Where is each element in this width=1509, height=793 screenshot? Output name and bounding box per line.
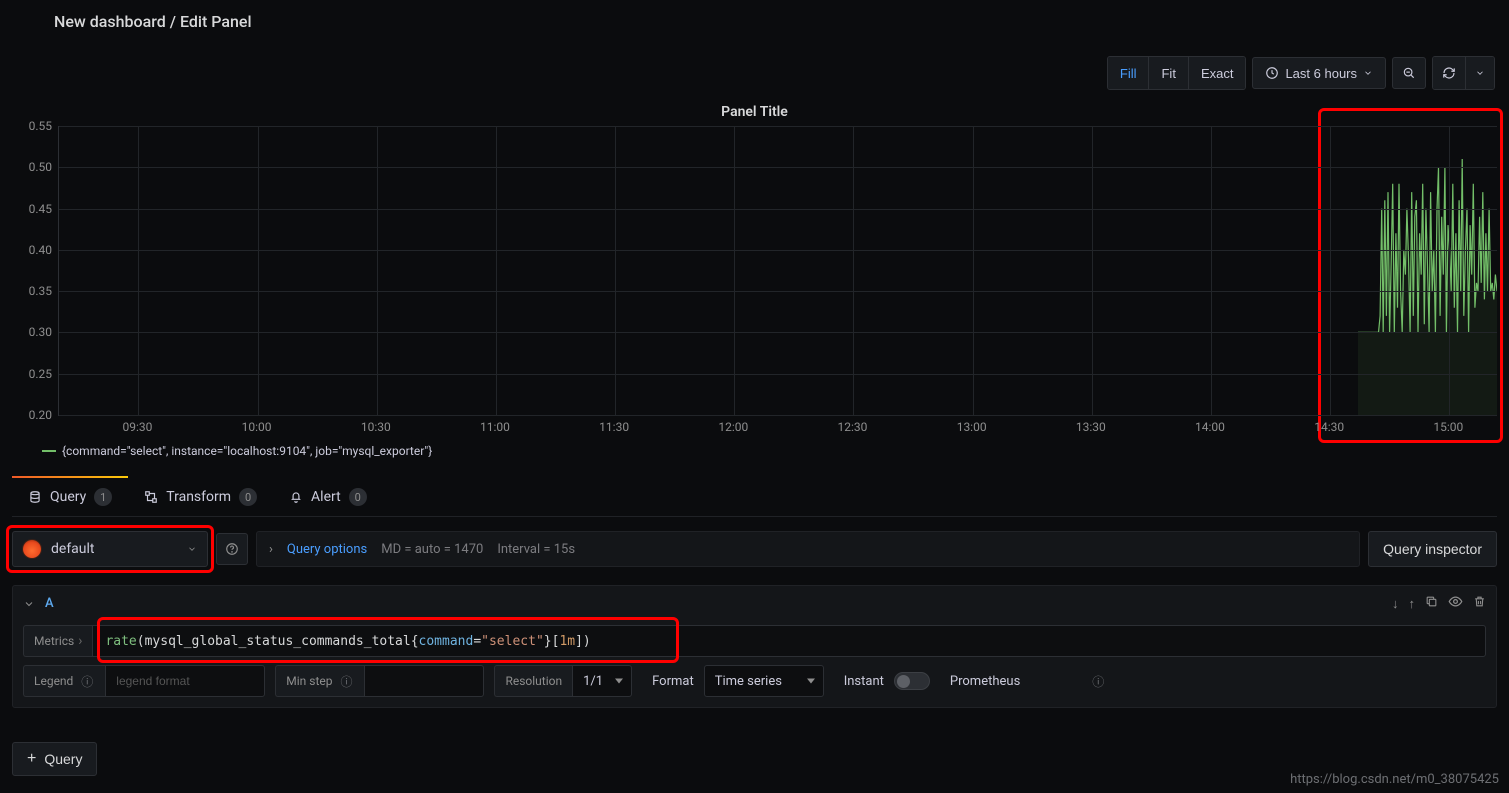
tab-alert[interactable]: Alert 0 bbox=[273, 478, 383, 516]
editor-header: New dashboard / Edit Panel bbox=[0, 0, 1509, 42]
question-icon bbox=[225, 542, 239, 556]
panel-title: Panel Title bbox=[12, 100, 1497, 126]
fit-button[interactable]: Fit bbox=[1149, 57, 1188, 89]
min-step-label: Min step ⓘ bbox=[275, 665, 364, 697]
tab-alert-badge: 0 bbox=[349, 488, 367, 506]
metrics-row: Metrics rate(mysql_global_status_command… bbox=[23, 625, 1486, 657]
chart-plot[interactable] bbox=[58, 126, 1497, 416]
query-inspector-button[interactable]: Query inspector bbox=[1368, 531, 1497, 567]
format-select[interactable]: Time series bbox=[704, 665, 824, 697]
add-query-label: Query bbox=[44, 751, 82, 767]
instant-toggle[interactable] bbox=[894, 672, 930, 690]
chart-legend[interactable]: {command="select", instance="localhost:9… bbox=[12, 436, 1497, 462]
chevron-down-icon bbox=[1363, 68, 1373, 78]
query-options-md: MD = auto = 1470 bbox=[381, 542, 483, 557]
prometheus-label: Prometheus bbox=[940, 674, 1030, 689]
legend-color-swatch bbox=[42, 450, 56, 452]
move-down-icon[interactable]: ↓ bbox=[1392, 596, 1399, 612]
page-title: New dashboard / Edit Panel bbox=[54, 12, 252, 31]
chevron-down-icon bbox=[1475, 68, 1485, 78]
refresh-button[interactable] bbox=[1433, 57, 1466, 89]
back-arrow-icon[interactable] bbox=[12, 9, 36, 33]
prometheus-icon bbox=[23, 540, 41, 558]
tab-transform[interactable]: Transform 0 bbox=[128, 478, 273, 516]
refresh-group bbox=[1432, 56, 1495, 90]
refresh-icon bbox=[1442, 66, 1456, 80]
query-settings-row: Legend ⓘ Min step ⓘ Resolution 1/1 Forma… bbox=[23, 665, 1486, 697]
database-icon bbox=[28, 490, 42, 504]
query-options-link[interactable]: Query options bbox=[287, 542, 367, 557]
info-icon[interactable]: ⓘ bbox=[1090, 673, 1106, 690]
datasource-help-button[interactable] bbox=[216, 533, 248, 565]
instant-label: Instant bbox=[834, 674, 894, 689]
view-mode-group: Fill Fit Exact bbox=[1107, 56, 1247, 90]
min-step-input[interactable] bbox=[364, 665, 484, 697]
watermark: https://blog.csdn.net/m0_38075425 bbox=[1290, 772, 1499, 787]
chevron-down-icon[interactable] bbox=[23, 598, 35, 610]
legend-input[interactable] bbox=[105, 665, 265, 697]
chart-area: 0.200.250.300.350.400.450.500.55 bbox=[12, 126, 1497, 416]
fill-button[interactable]: Fill bbox=[1108, 57, 1150, 89]
resolution-label: Resolution bbox=[494, 665, 572, 697]
add-query-button[interactable]: + Query bbox=[12, 742, 97, 776]
tab-query-label: Query bbox=[50, 489, 86, 505]
clock-icon bbox=[1265, 66, 1279, 80]
legend-label: Legend ⓘ bbox=[23, 665, 105, 697]
info-icon[interactable]: ⓘ bbox=[338, 673, 354, 690]
chevron-right-icon[interactable]: › bbox=[269, 542, 273, 557]
query-row-actions: ↓ ↑ bbox=[1392, 594, 1486, 613]
move-up-icon[interactable]: ↑ bbox=[1409, 596, 1416, 612]
transform-icon bbox=[144, 490, 158, 504]
panel: Panel Title 0.200.250.300.350.400.450.50… bbox=[0, 100, 1509, 462]
editor-tabs: Query 1 Transform 0 Alert 0 bbox=[12, 478, 1497, 517]
metrics-label[interactable]: Metrics bbox=[23, 625, 92, 657]
query-ref-id: A bbox=[45, 596, 54, 611]
query-row-header: A ↓ ↑ bbox=[13, 586, 1496, 621]
tab-transform-label: Transform bbox=[166, 489, 231, 505]
tab-alert-label: Alert bbox=[311, 489, 341, 505]
query-options-row: default › Query options MD = auto = 1470… bbox=[12, 531, 1497, 567]
legend-label: {command="select", instance="localhost:9… bbox=[62, 444, 432, 458]
x-axis: 09:3010:0010:3011:0011:3012:0012:3013:00… bbox=[58, 416, 1497, 436]
panel-toolbar: Fill Fit Exact Last 6 hours bbox=[0, 42, 1509, 100]
format-label: Format bbox=[642, 674, 704, 689]
chevron-down-icon bbox=[187, 544, 197, 554]
resolution-select[interactable]: 1/1 bbox=[572, 665, 632, 697]
y-axis: 0.200.250.300.350.400.450.500.55 bbox=[12, 126, 58, 416]
promql-input[interactable]: rate(mysql_global_status_commands_total{… bbox=[92, 625, 1486, 657]
info-icon[interactable]: ⓘ bbox=[79, 673, 95, 690]
tab-query[interactable]: Query 1 bbox=[12, 478, 128, 516]
exact-button[interactable]: Exact bbox=[1189, 57, 1246, 89]
tab-query-badge: 1 bbox=[94, 488, 112, 506]
toggle-visibility-icon[interactable] bbox=[1448, 594, 1463, 613]
refresh-interval-button[interactable] bbox=[1466, 57, 1494, 89]
delete-icon[interactable] bbox=[1473, 595, 1486, 612]
query-row-a: A ↓ ↑ Metrics rate(mysql_global_status_c… bbox=[12, 585, 1497, 708]
datasource-label: default bbox=[51, 541, 177, 557]
time-range-label: Last 6 hours bbox=[1285, 66, 1357, 81]
zoom-out-icon bbox=[1402, 66, 1416, 80]
time-range-picker[interactable]: Last 6 hours bbox=[1252, 57, 1386, 89]
duplicate-icon[interactable] bbox=[1425, 595, 1438, 612]
bell-icon bbox=[289, 490, 303, 504]
query-options-bar: › Query options MD = auto = 1470 Interva… bbox=[256, 531, 1360, 567]
zoom-out-button[interactable] bbox=[1392, 57, 1426, 89]
plus-icon: + bbox=[27, 751, 36, 767]
tab-transform-badge: 0 bbox=[239, 488, 257, 506]
datasource-picker[interactable]: default bbox=[12, 531, 208, 567]
query-options-interval: Interval = 15s bbox=[497, 542, 575, 557]
